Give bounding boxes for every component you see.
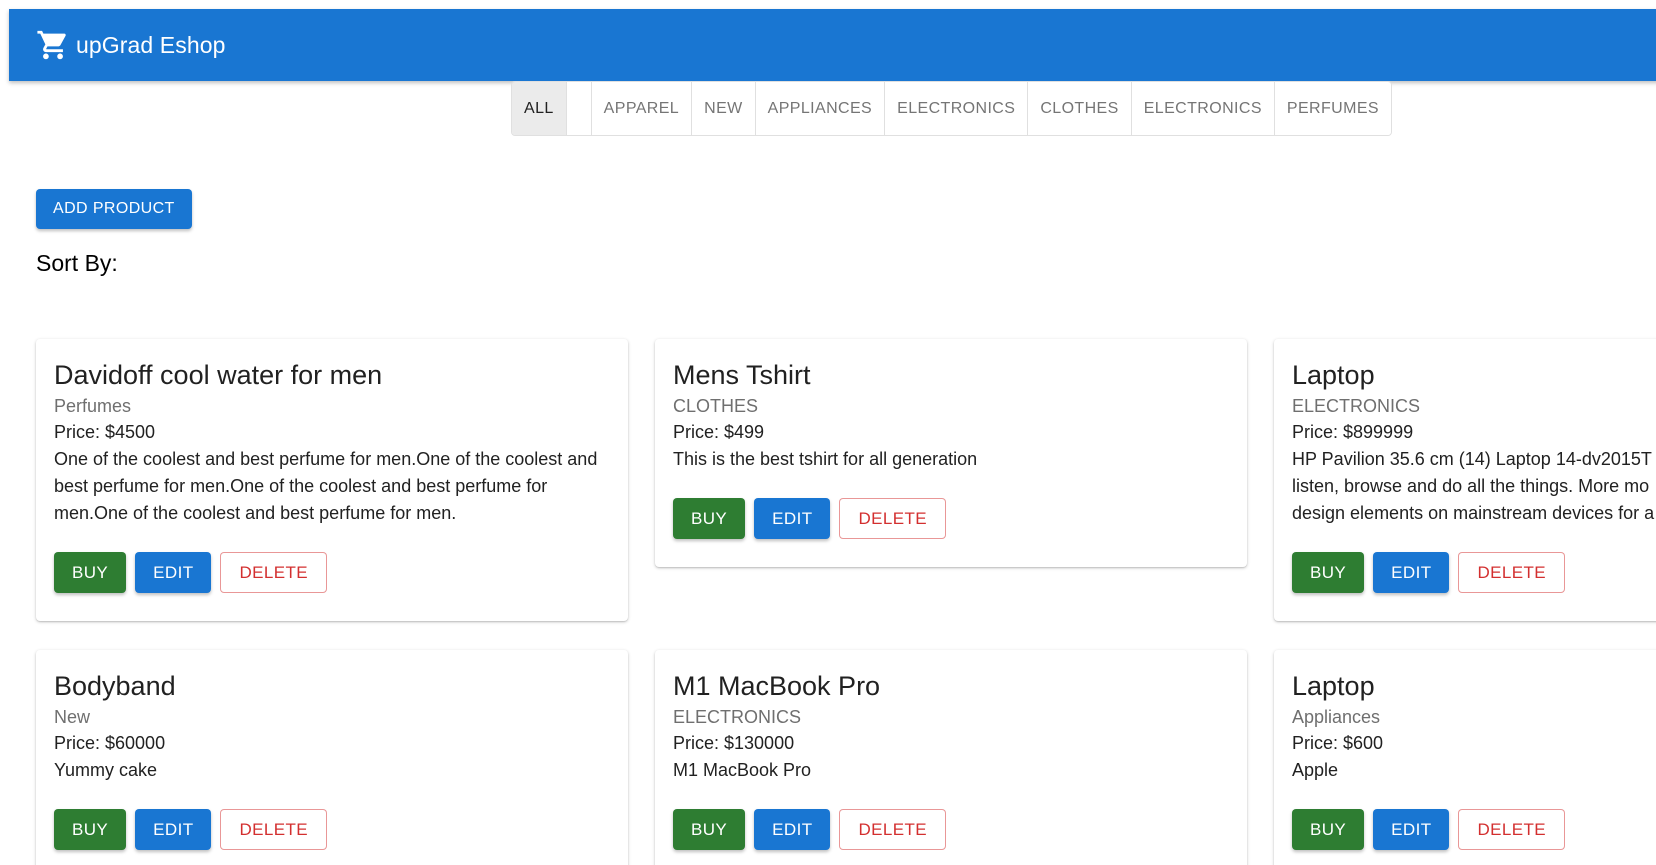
- buy-button[interactable]: BUY: [673, 498, 746, 539]
- category-toggle-appliances[interactable]: APPLIANCES: [754, 82, 885, 135]
- page: upGrad Eshop ALL APPAREL NEW APPLIANCES …: [0, 0, 1656, 865]
- product-name: Laptop: [1292, 360, 1375, 390]
- delete-button[interactable]: DELETE: [1458, 809, 1566, 850]
- delete-button[interactable]: DELETE: [839, 498, 947, 539]
- category-toggle-clothes[interactable]: CLOTHES: [1027, 82, 1131, 135]
- product-card: M1 MacBook Pro ELECTRONICS Price: $13000…: [655, 650, 1247, 865]
- product-description: Yummy cake: [54, 760, 158, 780]
- product-name: Mens Tshirt: [673, 360, 811, 390]
- category-toggle-electronics-2[interactable]: ELECTRONICS: [1130, 82, 1274, 135]
- product-description: This is the best tshirt for all generati…: [673, 449, 978, 469]
- sort-by-label: Sort By:: [36, 250, 118, 276]
- product-description-line: HP Pavilion 35.6 cm (14) Laptop 14-dv201…: [1292, 449, 1652, 469]
- product-category: ELECTRONICS: [673, 707, 802, 727]
- product-card: Davidoff cool water for men Perfumes Pri…: [36, 339, 628, 621]
- product-price: Price: $60000: [54, 733, 166, 753]
- shopping-cart-icon[interactable]: [36, 28, 70, 62]
- product-name: Bodyband: [54, 671, 176, 701]
- product-actions: BUY EDIT DELETE: [673, 498, 1229, 539]
- product-card: Laptop Appliances Price: $600 Apple BUY …: [1274, 650, 1656, 865]
- delete-button[interactable]: DELETE: [220, 809, 328, 850]
- product-price: Price: $130000: [673, 733, 795, 753]
- product-name: M1 MacBook Pro: [673, 671, 881, 701]
- product-description: Apple: [1292, 760, 1339, 780]
- product-name: Davidoff cool water for men: [54, 360, 383, 390]
- edit-button[interactable]: EDIT: [135, 809, 212, 850]
- app-bar: upGrad Eshop: [9, 9, 1656, 81]
- category-toggle-group: ALL APPAREL NEW APPLIANCES ELECTRONICS C…: [511, 81, 1393, 136]
- product-category: New: [54, 707, 91, 727]
- category-toggle-new[interactable]: NEW: [691, 82, 755, 135]
- delete-button[interactable]: DELETE: [220, 552, 328, 593]
- product-actions: BUY EDIT DELETE: [1292, 809, 1656, 850]
- edit-button[interactable]: EDIT: [1373, 809, 1450, 850]
- product-actions: BUY EDIT DELETE: [673, 809, 1229, 850]
- product-name: Laptop: [1292, 671, 1375, 701]
- product-description-line: listen, browse and do all the things. Mo…: [1292, 476, 1650, 496]
- product-description: One of the coolest and best perfume for …: [54, 449, 598, 523]
- buy-button[interactable]: BUY: [54, 809, 127, 850]
- brand-title: upGrad Eshop: [76, 31, 226, 58]
- edit-button[interactable]: EDIT: [135, 552, 212, 593]
- delete-button[interactable]: DELETE: [839, 809, 947, 850]
- product-category: ELECTRONICS: [1292, 396, 1421, 416]
- buy-button[interactable]: BUY: [54, 552, 127, 593]
- product-description-line: design elements on mainstream devices fo…: [1292, 503, 1655, 523]
- product-price: Price: $600: [1292, 733, 1384, 753]
- category-toggle-all[interactable]: ALL: [512, 82, 566, 135]
- product-description: M1 MacBook Pro: [673, 760, 812, 780]
- delete-button[interactable]: DELETE: [1458, 552, 1566, 593]
- product-card: Mens Tshirt CLOTHES Price: $499 This is …: [655, 339, 1247, 567]
- product-price: Price: $899999: [1292, 422, 1414, 442]
- add-product-button[interactable]: ADD PRODUCT: [36, 189, 192, 229]
- buy-button[interactable]: BUY: [1292, 809, 1365, 850]
- category-toggle-perfumes[interactable]: PERFUMES: [1273, 82, 1392, 135]
- product-card: Bodyband New Price: $60000 Yummy cake BU…: [36, 650, 628, 865]
- product-actions: BUY EDIT DELETE: [54, 809, 610, 850]
- product-price: Price: $499: [673, 422, 765, 442]
- product-category: Appliances: [1292, 707, 1381, 727]
- category-toggle-empty[interactable]: [565, 82, 591, 135]
- category-toggle-electronics[interactable]: ELECTRONICS: [884, 82, 1028, 135]
- category-toggle-apparel[interactable]: APPAREL: [590, 82, 692, 135]
- product-category: Perfumes: [54, 396, 132, 416]
- product-actions: BUY EDIT DELETE: [1292, 552, 1656, 593]
- edit-button[interactable]: EDIT: [754, 809, 831, 850]
- buy-button[interactable]: BUY: [1292, 552, 1365, 593]
- edit-button[interactable]: EDIT: [1373, 552, 1450, 593]
- buy-button[interactable]: BUY: [673, 809, 746, 850]
- product-actions: BUY EDIT DELETE: [54, 552, 610, 593]
- product-card: Laptop ELECTRONICS Price: $899999 HP Pav…: [1274, 339, 1656, 621]
- product-category: CLOTHES: [673, 396, 759, 416]
- edit-button[interactable]: EDIT: [754, 498, 831, 539]
- product-price: Price: $4500: [54, 422, 156, 442]
